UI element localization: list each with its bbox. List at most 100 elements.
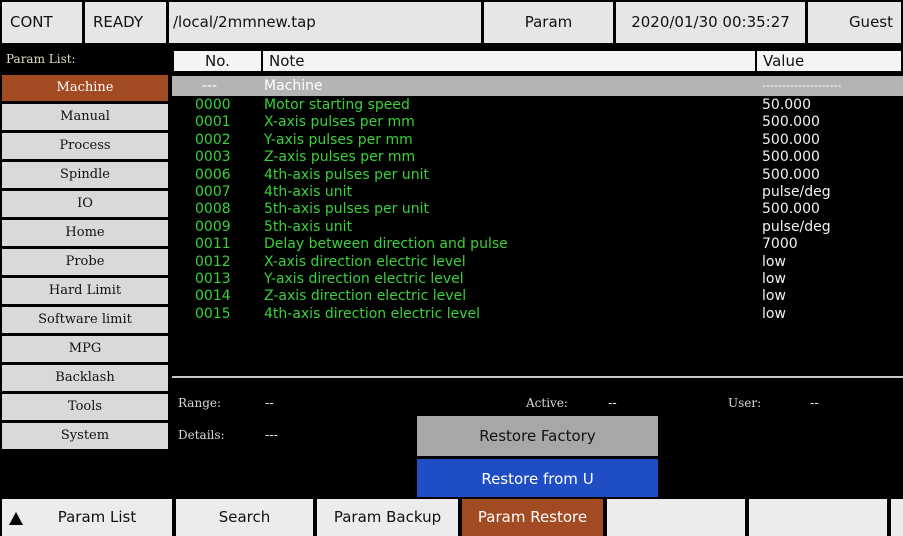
fkey-param-restore[interactable]: Param Restore [462,499,603,536]
param-number: 0014 [195,288,231,305]
param-number: 0003 [195,149,231,166]
param-value: 500.000 [762,114,820,131]
param-note: 5th-axis unit [264,218,352,235]
table-row[interactable]: 0006 4th-axis pulses per unit 500.000 [172,167,903,184]
param-value: 50.000 [762,97,811,113]
param-value: 500.000 [762,149,820,166]
param-note: Z-axis pulses per mm [264,149,416,166]
sidebar-item-system[interactable]: System [2,423,168,449]
param-note: X-axis pulses per mm [264,114,415,131]
param-note: X-axis direction electric level [264,253,466,270]
details-value: --- [265,428,278,442]
param-value: low [762,288,786,305]
param-value: low [762,253,786,270]
mode-indicator: CONT [2,2,82,43]
param-note: 4th-axis unit [264,183,352,200]
param-note: 4th-axis direction electric level [264,305,481,322]
param-note: Y-axis direction electric level [264,270,464,287]
sidebar-title: Param List: [6,52,76,66]
param-note: 4th-axis pulses per unit [264,166,429,183]
sidebar-item-manual[interactable]: Manual [2,104,168,130]
table-row[interactable]: 0007 4th-axis unit pulse/deg [172,184,903,201]
param-value: pulse/deg [762,183,831,200]
table-row[interactable]: 0000 Motor starting speed 50.000 [172,97,903,114]
table-row[interactable]: 0002 Y-axis pulses per mm 500.000 [172,132,903,149]
sidebar-item-machine[interactable]: Machine [2,75,168,101]
active-value: -- [608,396,617,410]
fkey-empty-5[interactable] [607,499,745,536]
status-bar: CONT READY /local/2mmnew.tap Param 2020/… [0,0,903,45]
param-note: 5th-axis pulses per unit [264,201,429,218]
table-row[interactable]: 0012 X-axis direction electric level low [172,254,903,271]
section-no: --- [202,78,218,94]
state-indicator: READY [85,2,166,43]
user-name: Guest [808,2,901,43]
param-number: 0002 [195,131,231,148]
user-value: -- [810,396,819,410]
range-value: -- [265,396,274,410]
sidebar-item-home[interactable]: Home [2,220,168,246]
table-row[interactable]: 0001 X-axis pulses per mm 500.000 [172,114,903,131]
function-key-bar: Param List Search Param Backup Param Res… [0,497,903,536]
table-row[interactable]: 0014 Z-axis direction electric level low [172,288,903,305]
datetime: 2020/01/30 00:35:27 [616,2,805,43]
param-note: Z-axis direction electric level [264,288,467,305]
sidebar-item-backlash[interactable]: Backlash [2,365,168,391]
table-row[interactable]: 0013 Y-axis direction electric level low [172,271,903,288]
table-row[interactable]: 0003 Z-axis pulses per mm 500.000 [172,149,903,166]
table-row[interactable]: 0009 5th-axis unit pulse/deg [172,219,903,236]
details-label: Details: [178,428,225,442]
sidebar-item-probe[interactable]: Probe [2,249,168,275]
param-number: 0013 [195,270,231,287]
param-number: 0000 [195,97,231,113]
param-number: 0007 [195,183,231,200]
screen-name: Param [484,2,613,43]
section-value: -------------------- [762,79,842,92]
table-row[interactable]: 0015 4th-axis direction electric level low [172,306,903,323]
restore-from-u-button[interactable]: Restore from U [417,459,658,499]
param-value: 500.000 [762,166,820,183]
sidebar-item-spindle[interactable]: Spindle [2,162,168,188]
param-number: 0009 [195,218,231,235]
param-details-panel: Range: -- Active: -- User: -- Details: -… [172,378,903,499]
column-header-no: No. [174,51,261,71]
user-label: User: [728,396,762,410]
table-row[interactable]: 0008 5th-axis pulses per unit 500.000 [172,201,903,218]
param-note: Motor starting speed [264,97,410,113]
sidebar-item-mpg[interactable]: MPG [2,336,168,362]
fkey-param-backup[interactable]: Param Backup [317,499,458,536]
param-number: 0008 [195,201,231,218]
param-note: Delay between direction and pulse [264,236,508,253]
triangle-up-icon[interactable] [9,512,23,525]
section-label: Machine [264,78,323,94]
sidebar-item-software-limit[interactable]: Software limit [2,307,168,333]
param-rows: 0000 Motor starting speed 50.000 0001 X-axi… [172,97,903,323]
param-value: low [762,305,786,322]
current-file: /local/2mmnew.tap [169,2,481,43]
section-row-machine: --- Machine -------------------- [172,76,903,96]
fkey-search[interactable]: Search [176,499,313,536]
param-value: low [762,270,786,287]
active-label: Active: [526,396,568,410]
sidebar-item-process[interactable]: Process [2,133,168,159]
sidebar-item-hard-limit[interactable]: Hard Limit [2,278,168,304]
param-value: pulse/deg [762,218,831,235]
table-header: No. Note Value [172,49,903,72]
param-number: 0001 [195,114,231,131]
column-header-value: Value [757,51,901,71]
param-number: 0006 [195,166,231,183]
param-note: Y-axis pulses per mm [264,131,413,148]
restore-factory-button[interactable]: Restore Factory [417,416,658,456]
sidebar-item-tools[interactable]: Tools [2,394,168,420]
sidebar-item-io[interactable]: IO [2,191,168,217]
fkey-empty-6[interactable] [749,499,887,536]
fkey-empty-7[interactable] [891,499,903,536]
fkey-param-list-label: Param List [57,508,137,526]
table-row[interactable]: 0011 Delay between direction and pulse 700… [172,236,903,253]
fkey-param-list[interactable]: Param List [2,499,172,536]
param-number: 0012 [195,253,231,270]
param-table: No. Note Value --- Machine -------------… [172,49,903,377]
param-value: 500.000 [762,201,820,218]
range-label: Range: [178,396,222,410]
param-category-sidebar: Param List: Machine Manual Process Spind… [0,49,171,497]
